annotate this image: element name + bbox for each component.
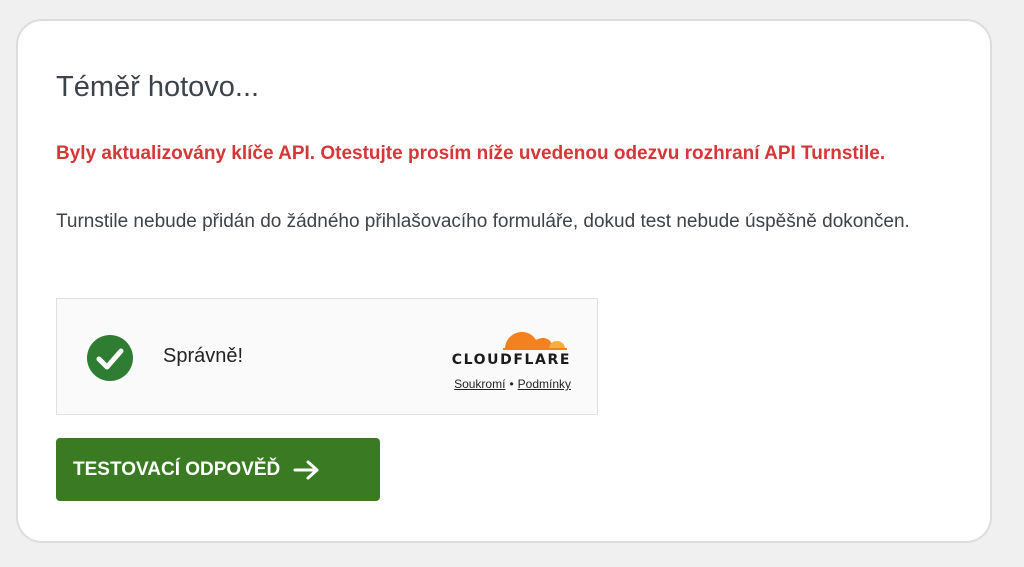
terms-link[interactable]: Podmínky [518, 377, 571, 391]
success-status-text: Správně! [163, 345, 244, 367]
check-circle-icon [87, 335, 133, 381]
page-title: Téměř hotovo... [56, 71, 260, 103]
link-separator: • [509, 377, 514, 391]
api-keys-updated-alert: Byly aktualizovány klíče API. Otestujte … [56, 143, 886, 164]
turnstile-description: Turnstile nebude přidán do žádného přihl… [56, 211, 910, 232]
arrow-right-icon [293, 460, 319, 479]
test-response-button-label: TESTOVACÍ ODPOVĚĎ [73, 458, 281, 480]
cloudflare-links: Soukromí • Podmínky [387, 377, 571, 391]
privacy-link[interactable]: Soukromí [454, 377, 505, 391]
setup-card: Téměř hotovo... Byly aktualizovány klíče… [16, 19, 992, 543]
test-response-button[interactable]: TESTOVACÍ ODPOVĚĎ [56, 438, 380, 501]
cloudflare-wordmark: CLOUDFLARE [451, 352, 571, 368]
turnstile-widget[interactable]: Správně! CLOUDFLARE Soukromí • Podmínky [56, 298, 598, 415]
